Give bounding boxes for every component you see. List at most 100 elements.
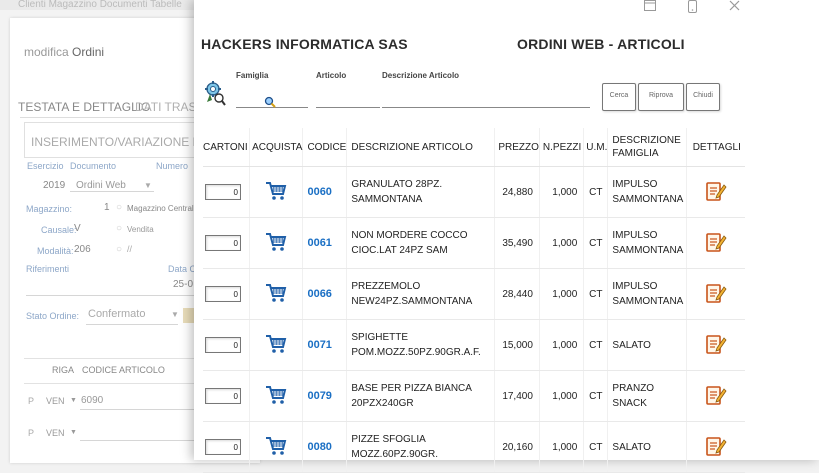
col-um[interactable]: U.M. [583, 128, 608, 167]
um-cell: CT [583, 268, 608, 320]
pezzi-cell: 1,000 [538, 268, 584, 320]
shopping-cart-icon[interactable] [265, 385, 287, 408]
data-value[interactable]: 25-0 [173, 279, 193, 290]
col-pezzi[interactable]: N.PEZZI [538, 128, 584, 167]
codice-cell: 0071 [302, 319, 347, 371]
tab-testata[interactable]: TESTATA E DETTAGLIO [18, 100, 150, 114]
table-row: 0 0079 BASE PER PIZZA BIANCA 20PZX240GR 17,… [203, 370, 745, 422]
stato-field[interactable] [86, 324, 178, 325]
edit-details-icon[interactable] [705, 181, 727, 205]
acquista-cell [249, 319, 303, 371]
esercizio-value[interactable]: 2019 [43, 180, 65, 191]
form-title: modifica Ordini [24, 45, 104, 59]
codice-link[interactable]: 0079 [307, 390, 331, 402]
modalita-desc: // [127, 244, 133, 254]
prezzo-cell: 15,000 [494, 319, 540, 371]
numero-label: Numero [156, 161, 189, 171]
row-type[interactable]: VEN [46, 396, 65, 406]
col-prezzo[interactable]: PREZZO [494, 128, 540, 167]
stato-value[interactable]: Confermato [88, 308, 145, 320]
search-icon[interactable]: ○ [116, 202, 122, 213]
pezzi-cell: 1,000 [538, 421, 584, 473]
close-icon[interactable] [724, 0, 744, 16]
codice-link[interactable]: 0080 [307, 441, 331, 453]
table-row: 0 0071 SPIGHETTE POM.MOZZ.50PZ.90GR.A.F. 15… [203, 319, 745, 371]
causale-value[interactable]: V [74, 223, 81, 234]
row-code-field[interactable] [80, 409, 194, 410]
acquista-cell [249, 217, 303, 269]
cartoni-input[interactable]: 0 [205, 235, 241, 251]
search-icon[interactable]: ○ [116, 223, 122, 234]
magazzino-value[interactable]: 1 [104, 202, 110, 213]
chevron-down-icon[interactable]: ▼ [171, 310, 179, 319]
col-descrizione[interactable]: DESCRIZIONE ARTICOLO [346, 128, 495, 167]
esercizio-label: Esercizio [27, 161, 64, 171]
codice-link[interactable]: 0061 [307, 237, 331, 249]
chevron-down-icon[interactable]: ▼ [144, 181, 152, 190]
modalita-label: Modalità: [37, 246, 74, 256]
chiudi-button[interactable]: Chiudi [686, 83, 720, 111]
edit-details-icon[interactable] [705, 334, 727, 358]
stato-label: Stato Ordine: [26, 311, 80, 321]
shopping-cart-icon[interactable] [265, 283, 287, 306]
prezzo-cell: 20,160 [494, 421, 540, 473]
cartoni-input[interactable]: 0 [205, 439, 241, 455]
famiglia-cell: PRANZO SNACK [607, 370, 687, 422]
chevron-down-icon[interactable]: ▼ [70, 429, 77, 436]
descrizione-input[interactable] [382, 107, 590, 108]
cartoni-input[interactable]: 0 [205, 286, 241, 302]
acquista-cell [249, 166, 303, 218]
articolo-input[interactable] [316, 107, 380, 108]
cerca-button[interactable]: Cerca [602, 83, 636, 111]
codice-cell: 0060 [302, 166, 347, 218]
row-code-field[interactable] [80, 440, 194, 441]
col-famiglia[interactable]: DESCRIZIONE FAMIGLIA [607, 128, 687, 167]
riprova-button[interactable]: Riprova [638, 83, 684, 111]
shopping-cart-icon[interactable] [265, 334, 287, 357]
search-icon[interactable]: ○ [116, 244, 122, 255]
riga-header: RIGA [52, 365, 75, 375]
edit-icon[interactable] [183, 308, 194, 323]
cartoni-cell: 0 [203, 370, 250, 422]
chevron-down-icon[interactable]: ▼ [70, 397, 77, 404]
search-settings-icon[interactable] [204, 80, 226, 109]
shopping-cart-icon[interactable] [265, 181, 287, 204]
search-icon[interactable] [264, 96, 276, 111]
dettagli-cell [685, 319, 745, 371]
codice-cell: 0080 [302, 421, 347, 473]
famiglia-cell: IMPULSO SAMMONTANA [607, 268, 687, 320]
window-restore-icon[interactable] [640, 0, 660, 16]
documento-field[interactable] [70, 191, 154, 192]
edit-details-icon[interactable] [705, 385, 727, 409]
col-cartoni[interactable]: CARTONI [203, 128, 250, 167]
edit-details-icon[interactable] [705, 283, 727, 307]
descrizione-cell: PIZZE SFOGLIA MOZZ.60PZ.90GR. [346, 421, 495, 473]
riferimenti-field[interactable] [26, 295, 194, 296]
modalita-value[interactable]: 206 [74, 244, 91, 255]
row-type[interactable]: VEN [46, 428, 65, 438]
edit-details-icon[interactable] [705, 232, 727, 256]
col-dettagli[interactable]: DETTAGLI [685, 128, 745, 167]
prezzo-cell: 35,490 [494, 217, 540, 269]
causale-desc: Vendita [127, 225, 154, 234]
codice-link[interactable]: 0066 [307, 288, 331, 300]
causale-label: Causale: [41, 225, 77, 235]
cartoni-cell: 0 [203, 319, 250, 371]
pezzi-cell: 1,000 [538, 166, 584, 218]
data-label: Data C [168, 264, 197, 274]
edit-details-icon[interactable] [705, 436, 727, 460]
mobile-view-icon[interactable] [682, 0, 702, 16]
cartoni-input[interactable]: 0 [205, 337, 241, 353]
shopping-cart-icon[interactable] [265, 436, 287, 459]
codice-link[interactable]: 0071 [307, 339, 331, 351]
shopping-cart-icon[interactable] [265, 232, 287, 255]
codice-link[interactable]: 0060 [307, 186, 331, 198]
acquista-cell [249, 421, 303, 473]
descrizione-cell: PREZZEMOLO NEW24PZ.SAMMONTANA [346, 268, 495, 320]
cartoni-input[interactable]: 0 [205, 184, 241, 200]
acquista-cell [249, 268, 303, 320]
col-codice[interactable]: CODICE [302, 128, 347, 167]
row-code[interactable]: 6090 [81, 395, 103, 406]
col-acquista[interactable]: ACQUISTA [249, 128, 303, 167]
cartoni-input[interactable]: 0 [205, 388, 241, 404]
